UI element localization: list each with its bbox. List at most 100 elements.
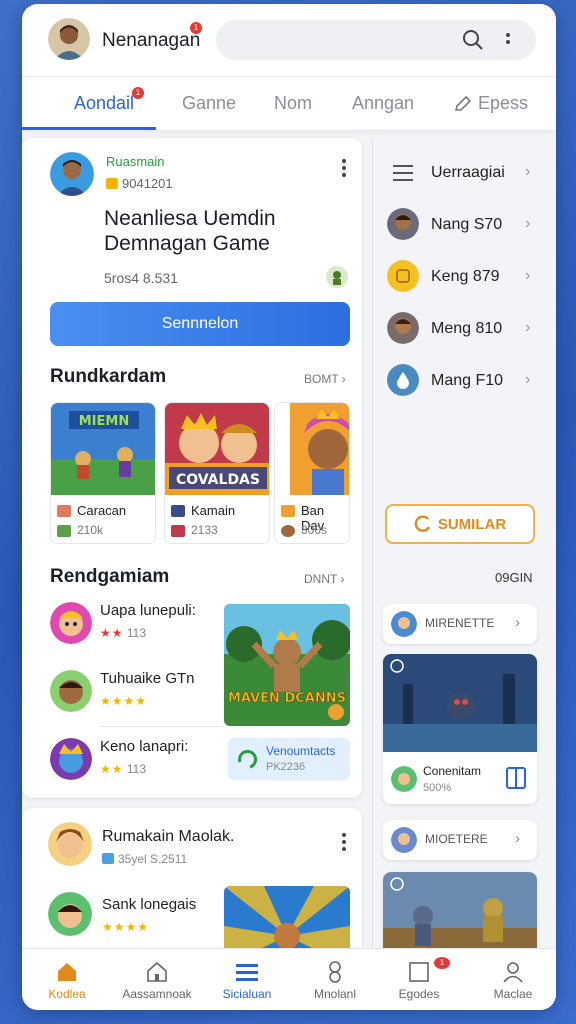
chevron-right-icon: › [525,163,531,180]
game-art-2: COVALDAS [165,403,269,495]
game-tile-2[interactable]: COVALDAS Kamain 2133 [164,402,270,544]
list-item-meta: ★★ 113 [100,626,146,640]
list-item-meta: ★★ 113 [100,762,146,776]
avatar [387,312,419,344]
nav-badge: 1 [434,957,450,969]
game-art-1: MIEMN [51,403,155,495]
user-name: Ruasmain [106,154,165,169]
tab-anngan[interactable]: Anngan [352,93,414,114]
side-card-3[interactable]: MIOETERE › [383,820,537,860]
secondary-title: Rumakain Maolak. [102,828,235,845]
svg-text:COVALDAS: COVALDAS [176,472,260,488]
card-headline: Neanliesa Uemdin Demnagan Game [104,207,276,255]
tab-aondail[interactable]: Aondail [74,93,134,114]
tab-nom[interactable]: Nom [274,93,312,114]
recommended-more-link[interactable]: BOMT › [304,372,346,386]
divider [100,726,224,727]
game-count: 300s [301,523,328,537]
list-item[interactable]: Uapa lunepuli: ★★ 113 [46,598,226,650]
card-menu-icon[interactable] [340,830,348,851]
side-card-1[interactable]: MIRENETTE › [383,604,537,644]
avatar [387,208,419,240]
similar-button[interactable]: SUMILAR [385,504,535,544]
profile-avatar[interactable] [48,18,90,60]
download-icon [171,525,185,537]
house-outline-icon [147,961,167,982]
promo-chip[interactable]: Venoumtacts PK2236 [228,738,350,780]
game-avatar [48,892,92,936]
tab-ganne[interactable]: Ganne [182,93,236,114]
game-avatar [50,670,92,712]
side-card-label: MIRENETTE [425,616,495,630]
nav-sicialuan[interactable]: Sicialuan [202,949,290,1010]
nav-assamnoak[interactable]: Aassamnoak [112,949,200,1010]
game-avatar [48,822,92,866]
user-icon [503,962,523,983]
list-icon [236,964,258,981]
game-count: 210k [77,523,104,537]
side-card-name: Conenitam [423,764,482,778]
drop-icon [387,364,419,396]
game-name: Caracan [77,503,127,518]
promo-title: Venoumtacts [266,744,336,758]
side-menu-item[interactable]: Uerraagiai › [385,154,545,194]
download-icon [281,525,295,537]
tab-bar: Aondail 1 Ganne Nom Anngan Epess [22,76,556,130]
list-item-name: Tuhuaike GTn [100,670,195,687]
card-menu-icon[interactable] [340,156,348,177]
side-card-image [383,654,537,752]
list-item[interactable]: Keno lanapri: ★★ 113 [46,734,226,786]
list-item-name: Uapa lunepuli: [100,602,196,619]
square-icon [409,962,429,982]
nav-maclae[interactable]: Maclae [468,949,556,1010]
tab-epess[interactable]: Epess [478,93,528,114]
nav-egodes[interactable]: 1 Egodes [374,949,462,1010]
book-icon[interactable] [505,766,527,790]
main-card: Ruasmain 9041201 Neanliesa Uemdin Demnag… [22,138,362,798]
game-icon [171,505,185,517]
side-menu-item[interactable]: Nang S70 › [385,206,545,246]
refresh-icon [238,749,257,769]
ranking-more-link[interactable]: DNNT › [304,572,344,586]
search-bar[interactable] [216,20,536,60]
list-item-name: Keno lanapri: [100,738,189,755]
tab-badge: 1 [132,87,144,99]
secondary-meta: 35yel S.2511 [102,852,187,866]
avatar [391,766,417,792]
refresh-icon [414,515,430,532]
side-menu-label: Nang S70 [431,216,503,233]
game-tile-3[interactable]: Ban Dav 300s [274,402,350,544]
side-menu-label: Uerraagiai [431,164,505,181]
user-id: 9041201 [106,176,173,191]
side-card-2[interactable]: Conenitam 500% [383,654,537,804]
nav-mnolanl[interactable]: Mnolanl [290,949,378,1010]
phone-screen: Nenanagan 1 Aondail 1 Ganne Nom Anngan E… [22,4,556,1010]
chevron-right-icon: › [515,614,520,631]
side-card-label: MIOETERE [425,832,488,846]
more-vertical-icon[interactable] [504,30,512,50]
svg-text:MAVEN DCANNS: MAVEN DCANNS [228,691,346,706]
ranking-title: Rendgamiam [50,566,170,587]
side-menu-item[interactable]: Keng 879 › [385,258,545,298]
game-tile-1[interactable]: MIEMN Caracan 210k [50,402,156,544]
game-avatar [50,602,92,644]
list-item[interactable]: Tuhuaike GTn ★★★★ [46,666,226,718]
secondary-item-name: Sank lonegais [102,896,197,913]
side-menu-item[interactable]: Meng 810 › [385,310,545,350]
recommended-title: Rundkardam [50,366,167,387]
game-icon [57,505,71,517]
login-label[interactable]: 09GIN [495,570,533,585]
menu-icon [393,165,413,181]
search-icon[interactable] [462,29,484,51]
chevron-right-icon: › [525,215,531,232]
game-count: 2133 [191,523,218,537]
mini-character-icon [326,266,348,288]
side-menu-item[interactable]: Mang F10 › [385,362,545,402]
tag-icon [102,853,114,864]
primary-action-button[interactable]: Sennnelon [50,302,350,346]
featured-game-image[interactable]: MAVEN DCANNS [224,604,350,726]
bottom-navigation: Kodlea Aassamnoak Sicialuan Mnolanl 1 Eg… [22,948,556,1010]
nav-home[interactable]: Kodlea [22,949,110,1010]
notification-badge: 1 [190,22,202,34]
user-avatar[interactable] [50,152,94,196]
